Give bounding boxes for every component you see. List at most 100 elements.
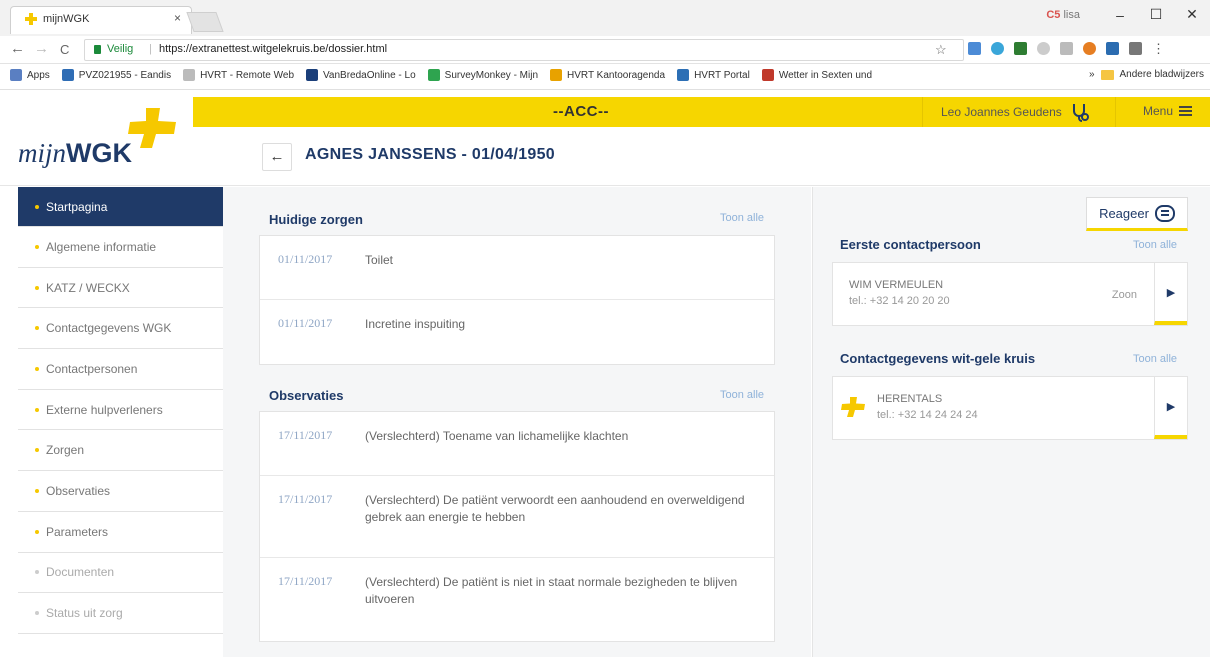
bullet-icon (35, 366, 39, 371)
sidebar-item[interactable]: Observaties (18, 471, 223, 512)
extension-icon[interactable] (1037, 42, 1050, 55)
item-date: 01/11/2017 (278, 252, 333, 266)
forward-arrow-icon[interactable]: → (34, 40, 49, 57)
sidebar-item[interactable]: Status uit zorg (18, 593, 223, 634)
stethoscope-icon (1072, 104, 1089, 122)
reageer-button[interactable]: Reageer (1086, 197, 1188, 231)
sidebar-item[interactable]: Algemene informatie (18, 227, 223, 268)
sidebar-item-label: Documenten (46, 565, 115, 580)
extension-icon[interactable] (968, 42, 981, 55)
bookmark-item[interactable]: HVRT Portal (677, 69, 750, 81)
observaties-show-all-link[interactable]: Toon alle (720, 389, 764, 401)
contact-card[interactable]: WIM VERMEULEN tel.: +32 14 20 20 20 Zoon… (832, 262, 1188, 326)
other-bookmarks[interactable]: » Andere bladwijzers (1089, 69, 1204, 80)
bookmark-item[interactable]: HVRT Kantooragenda (550, 69, 665, 81)
item-date: 17/11/2017 (278, 428, 333, 442)
sidebar-item[interactable]: KATZ / WECKX (18, 268, 223, 309)
url-text[interactable]: https://extranettest.witgelekruis.be/dos… (159, 43, 387, 55)
extension-icon[interactable] (1129, 42, 1142, 55)
bookmark-label: PVZ021955 - Eandis (78, 69, 172, 81)
item-text: (Verslechterd) De patiënt verwoordt een … (365, 493, 745, 524)
browser-navbar: ← → C Veilig | https://extranettest.witg… (0, 36, 1210, 64)
user-name: Leo Joannes Geudens (941, 105, 1062, 119)
secure-label: Veilig (107, 43, 134, 55)
item-text: (Verslechterd) De patiënt is niet in sta… (365, 575, 738, 606)
sidebar-item[interactable]: Documenten (18, 553, 223, 594)
sidebar-item[interactable]: Externe hulpverleners (18, 390, 223, 431)
back-button[interactable]: ← (262, 143, 292, 171)
minimize-button[interactable]: – (1102, 7, 1138, 23)
bookmark-star-icon[interactable]: ☆ (935, 42, 947, 58)
cloud-icon[interactable] (991, 42, 1004, 55)
item-text: Incretine inspuiting (365, 317, 466, 331)
bullet-icon (35, 204, 39, 209)
bookmark-item[interactable]: SurveyMonkey - Mijn (427, 69, 538, 81)
browser-tab[interactable]: mijnWGK × (10, 6, 192, 34)
wgk-contact-card[interactable]: HERENTALS tel.: +32 14 24 24 24 ▶ (832, 376, 1188, 440)
sidebar-item[interactable]: Contactgegevens WGK (18, 308, 223, 350)
bookmark-item[interactable]: HVRT - Remote Web (183, 69, 294, 81)
menu-label: Menu (1142, 104, 1173, 118)
bookmark-item[interactable]: VanBredaOnline - Lo (306, 69, 416, 81)
bookmark-icon (61, 69, 74, 81)
zorgen-show-all-link[interactable]: Toon alle (720, 212, 764, 224)
bullet-icon (35, 244, 39, 249)
bookmark-item[interactable]: Wetter in Sexten und (761, 69, 872, 81)
sidebar-item[interactable]: Startpagina (18, 187, 223, 227)
list-item[interactable]: 17/11/2017 (Verslechterd) De patiënt verw… (260, 476, 774, 558)
reload-icon[interactable]: C (60, 42, 69, 57)
sidebar-item[interactable]: Parameters (18, 512, 223, 553)
bookmarks-more-icon[interactable]: » (1089, 69, 1095, 80)
bookmark-icon (550, 69, 563, 81)
bookmark-icon (10, 69, 22, 81)
wgk-office-name: HERENTALS (877, 393, 943, 405)
reageer-label: Reageer (1099, 205, 1149, 221)
contact-arrow-icon[interactable]: ▶ (1154, 263, 1187, 325)
wgk-show-all-link[interactable]: Toon alle (1133, 353, 1177, 365)
bookmark-icon (427, 69, 440, 81)
sidebar-item-label: Startpagina (46, 199, 108, 214)
back-arrow-icon[interactable]: ← (10, 40, 25, 57)
browser-tabstrip: mijnWGK × C5 lisa – ☐ ✕ (0, 0, 1210, 36)
menu-button[interactable]: Menu (1143, 104, 1192, 118)
close-window-button[interactable]: ✕ (1174, 6, 1210, 23)
wgk-office-tel: tel.: +32 14 24 24 24 (877, 409, 978, 421)
maximize-button[interactable]: ☐ (1138, 6, 1174, 23)
tab-close-icon[interactable]: × (174, 11, 181, 25)
sidebar-item[interactable]: Contactpersonen (18, 349, 223, 390)
app-topbar: --ACC-- Leo Joannes Geudens Menu (193, 97, 1210, 127)
contact-show-all-link[interactable]: Toon alle (1133, 239, 1177, 251)
extension-icon[interactable] (1060, 42, 1073, 55)
page-title: AGNES JANSSENS - 01/04/1950 (305, 146, 555, 163)
bookmarks-bar: Apps PVZ021955 - Eandis HVRT - Remote Web V… (0, 64, 1210, 90)
new-tab-button[interactable] (186, 12, 224, 32)
sidebar-item[interactable]: Zorgen (18, 430, 223, 472)
lock-icon (94, 45, 101, 54)
tab-title: mijnWGK (43, 13, 90, 25)
wgk-arrow-icon[interactable]: ▶ (1154, 377, 1187, 439)
bookmark-item[interactable]: PVZ021955 - Eandis (61, 69, 172, 81)
sidebar-item-label: Observaties (46, 483, 111, 498)
logo[interactable]: mijnWGK (18, 108, 198, 180)
list-item[interactable]: 01/11/2017 Toilet (260, 236, 774, 300)
extension-icon[interactable] (1106, 42, 1119, 55)
bullet-icon (35, 570, 39, 575)
contact-title: Eerste contactpersoon (840, 237, 981, 252)
bullet-icon (35, 529, 39, 534)
extension-icon[interactable] (1083, 42, 1096, 55)
extension-icon[interactable] (1014, 42, 1027, 55)
more-icon[interactable]: ⋮ (1152, 42, 1165, 55)
item-date: 17/11/2017 (278, 574, 333, 588)
list-item[interactable]: 01/11/2017 Incretine inspuiting (260, 300, 774, 364)
list-item[interactable]: 17/11/2017 (Verslechterd) Toename van lic… (260, 412, 774, 476)
bookmark-label: Apps (27, 69, 50, 81)
header-divider (0, 185, 1210, 186)
sidebar-item-label: Contactpersonen (46, 361, 138, 376)
wgk-cross-icon (128, 108, 176, 148)
profile-button[interactable]: C5 lisa (1046, 9, 1080, 21)
list-item[interactable]: 17/11/2017 (Verslechterd) De patiënt is n… (260, 558, 774, 641)
address-bar[interactable]: Veilig | https://extranettest.witgelekru… (84, 39, 964, 61)
user-menu[interactable]: Leo Joannes Geudens (922, 97, 1116, 127)
bookmark-item[interactable]: Apps (10, 69, 50, 81)
sidebar-item-label: Contactgegevens WGK (46, 321, 172, 336)
